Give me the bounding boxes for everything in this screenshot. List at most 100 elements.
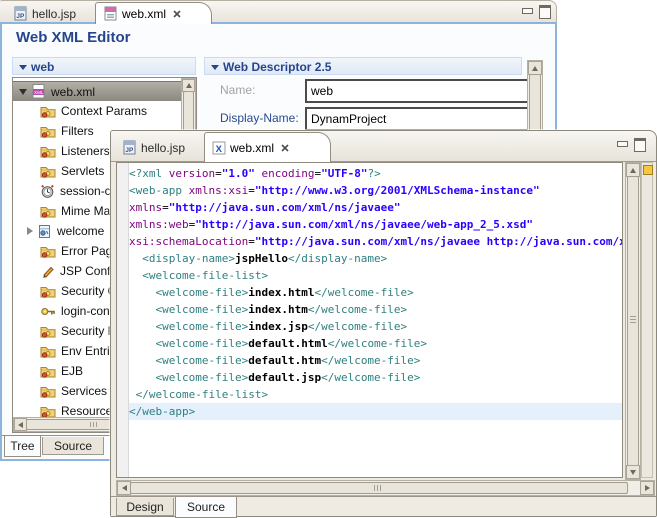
folder-icon [40,344,56,358]
x-file-icon: X [212,141,226,155]
folder-icon [40,324,56,338]
section-header-web[interactable]: web [12,57,196,75]
field-label-displayname: Display-Name: [220,111,299,125]
code-line-5: xsi:schemaLocation="http://java.sun.com/… [129,233,622,250]
folder-icon [40,284,56,298]
editor-tabbar-back: JP hello.jsp web.xml [0,0,557,24]
code-line-14: </welcome-file-list> [129,386,622,403]
tree-item-label: Env Entrie [61,344,116,358]
scroll-right-button[interactable] [640,481,654,495]
tree-item-label: Error Pag [61,244,112,258]
svg-text:XML: XML [34,90,44,95]
tree-item-label: Services [61,384,107,398]
page-title: Web XML Editor [16,29,130,46]
editor-gutter [117,163,129,477]
maximize-icon[interactable] [634,138,646,152]
bottom-tab-source[interactable]: Source [42,437,104,455]
code-line-11: <welcome-file>default.html</welcome-file… [129,335,622,352]
close-icon[interactable] [173,10,181,18]
bottom-tab-design[interactable]: Design [116,498,174,516]
editor-tabbar-front: JP hello.jsp Xweb.xml [111,131,656,162]
webxml-file-icon [103,6,118,21]
expander-open-icon[interactable] [19,89,27,95]
code-line-3: xmlns="http://java.sun.com/xml/ns/javaee… [129,199,622,216]
folder-icon [40,124,56,138]
tree-item-label: welcome [57,224,104,238]
scroll-up-button[interactable] [626,163,640,177]
svg-text:JP: JP [125,147,134,154]
window-controls-front [617,138,646,152]
code-line-12: <welcome-file>default.htm</welcome-file> [129,352,622,369]
tree-item-label: Listeners [61,144,110,158]
svg-text:JP: JP [16,13,25,20]
folder-icon [40,204,56,218]
folder-icon [40,104,56,118]
bottom-tab-source[interactable]: Source [175,497,237,518]
jsp-file-icon: JP [13,6,28,21]
code-line-15: </web-app> [129,403,622,420]
folder-icon [40,164,56,178]
scroll-up-button[interactable] [528,61,542,75]
tab-label: hello.jsp [32,7,76,21]
folder-icon [40,384,56,398]
window-controls-back [522,5,551,19]
xml-source-editor[interactable]: <?xml version="1.0" encoding="UTF-8"?><w… [116,162,623,478]
folder-icon [40,364,56,378]
tree-item-label: Resource [61,404,112,418]
tree-item-label: login-con [61,304,110,318]
editor-tab-hello-jsp[interactable]: JP hello.jsp [115,134,216,161]
annotation-ruler [641,162,653,478]
bottom-tab-tree[interactable]: Tree [4,436,41,457]
tree-item-label: Servlets [61,164,104,178]
tree-item-label: web.xml [51,85,95,99]
chevron-down-icon [211,65,219,70]
code-line-10: <welcome-file>index.jsp</welcome-file> [129,318,622,335]
code-content: <?xml version="1.0" encoding="UTF-8"?><w… [129,165,622,477]
tree-item-web.xml[interactable]: XML web.xml [13,81,183,101]
scrollbar-thumb[interactable] [627,176,639,466]
warning-marker-icon[interactable] [643,165,653,175]
chevron-down-icon [19,65,27,70]
minimize-icon[interactable] [522,8,533,14]
scroll-left-button[interactable] [117,481,131,495]
expander-closed-icon[interactable] [27,227,33,235]
scroll-down-button[interactable] [626,465,640,479]
tree-item-label: Filters [61,124,94,138]
tree-item-Context-Params[interactable]: Context Params [13,101,183,121]
code-line-13: <welcome-file>default.jsp</welcome-file> [129,369,622,386]
tree-item-label: Context Params [61,104,147,118]
minimize-icon[interactable] [617,141,628,147]
xml-file-icon: XML [31,84,46,99]
field-label-name: Name: [220,83,255,97]
code-line-7: <welcome-file-list> [129,267,622,284]
tab-label: hello.jsp [141,141,185,155]
code-line-8: <welcome-file>index.html</welcome-file> [129,284,622,301]
close-icon[interactable] [281,144,289,152]
scrollbar-thumb[interactable] [130,482,628,494]
key-icon [40,305,56,318]
code-line-2: <web-app xmlns:xsi="http://www.w3.org/20… [129,182,622,199]
editor-vertical-scrollbar[interactable] [625,162,641,480]
pencil-icon [40,264,55,279]
editor-tab-web-xml[interactable]: Xweb.xml [204,132,331,162]
clock-icon [40,184,55,199]
editor-tab-hello-jsp[interactable]: JP hello.jsp [6,4,105,23]
jsp-file-icon: JP [122,140,137,155]
editor-horizontal-scrollbar[interactable] [116,480,655,496]
code-line-9: <welcome-file>index.htm</welcome-file> [129,301,622,318]
folder-icon [40,404,56,418]
tree-item-label: EJB [61,364,83,378]
folder-icon [40,244,56,258]
section-header-web-descriptor[interactable]: Web Descriptor 2.5 [204,57,522,75]
welcome-icon [37,224,52,239]
folder-icon [40,144,56,158]
name-field[interactable] [305,79,533,103]
design-source-tab-strip: DesignSource [111,496,656,516]
code-line-1: <?xml version="1.0" encoding="UTF-8"?> [129,165,622,182]
tab-label: web.xml [230,141,274,155]
displayname-field[interactable] [305,107,533,131]
tree-item-label: Security C [61,284,116,298]
tab-label: web.xml [122,7,166,21]
editor-tab-web-xml[interactable]: web.xml [95,2,212,24]
maximize-icon[interactable] [539,5,551,19]
